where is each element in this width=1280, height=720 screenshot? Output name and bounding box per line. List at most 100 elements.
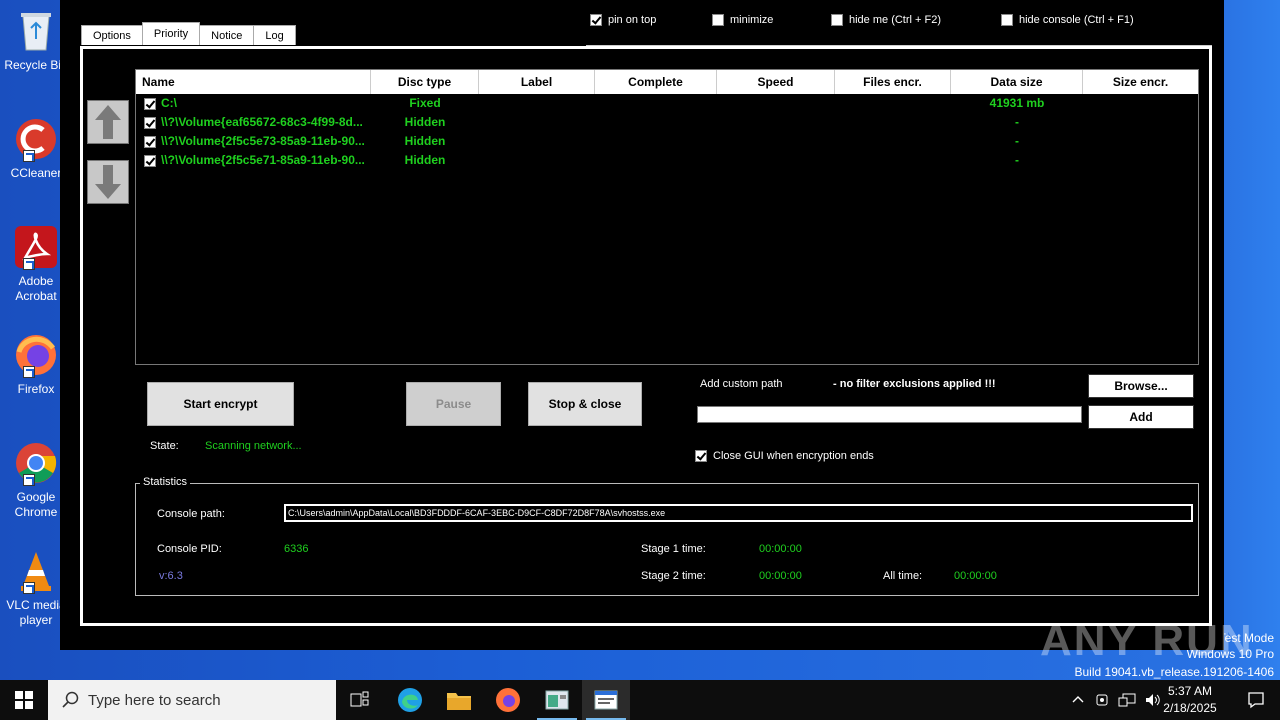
statistics-legend: Statistics: [140, 476, 191, 488]
clock-date: 2/18/2025: [1163, 701, 1217, 715]
checkbox-unchecked-icon: [1001, 14, 1013, 26]
shortcut-arrow-icon: [23, 582, 35, 594]
tab-strip: Options Priority Notice Log: [81, 22, 296, 45]
table-row[interactable]: \\?\Volume{eaf65672-68c3-4f99-8d... Hidd…: [136, 113, 1198, 132]
hide-console-checkbox[interactable]: hide console (Ctrl + F1): [1001, 14, 1134, 26]
task-view-button[interactable]: [336, 680, 384, 720]
drive-name: \\?\Volume{2f5c5e71-85a9-11eb-90...: [161, 153, 365, 167]
pin-on-top-checkbox[interactable]: pin on top: [590, 14, 656, 26]
tab-options[interactable]: Options: [81, 25, 143, 45]
disc-type-cell: Hidden: [404, 153, 446, 167]
taskbar-app-1[interactable]: [533, 680, 581, 720]
search-icon: [62, 691, 79, 708]
stage2-label: Stage 2 time:: [641, 570, 706, 582]
label-cell: [479, 94, 595, 113]
move-down-button[interactable]: [87, 160, 129, 204]
custom-path-input[interactable]: [697, 406, 1082, 423]
edge-icon: [398, 688, 422, 712]
add-custom-path-label: Add custom path: [700, 378, 783, 390]
tab-notice[interactable]: Notice: [199, 25, 255, 45]
start-encrypt-button[interactable]: Start encrypt: [147, 382, 294, 426]
files-encr-cell: [835, 132, 951, 151]
column-header-label[interactable]: Label: [479, 70, 595, 94]
row-checkbox[interactable]: [144, 97, 156, 110]
checkbox-unchecked-icon: [831, 14, 843, 26]
console-path-label: Console path:: [157, 508, 225, 520]
complete-cell: [595, 151, 717, 170]
anyrun-watermark: ANY RUN: [1040, 616, 1254, 665]
minimize-label: minimize: [730, 14, 774, 26]
add-button[interactable]: Add: [1088, 405, 1194, 429]
shortcut-arrow-icon: [23, 150, 35, 162]
devices-icon[interactable]: [1094, 692, 1110, 708]
browse-button[interactable]: Browse...: [1088, 374, 1194, 398]
row-checkbox[interactable]: [144, 116, 156, 129]
chevron-up-icon[interactable]: [1070, 692, 1086, 708]
pin-on-top-label: pin on top: [608, 14, 657, 26]
column-header-size-encr[interactable]: Size encr.: [1083, 70, 1198, 94]
notification-center-button[interactable]: [1232, 680, 1280, 720]
column-header-data-size[interactable]: Data size: [951, 70, 1083, 94]
complete-cell: [595, 113, 717, 132]
stop-close-button[interactable]: Stop & close: [528, 382, 642, 426]
files-encr-cell: [835, 94, 951, 113]
acrobat-icon: [13, 224, 59, 270]
column-header-disc-type[interactable]: Disc type: [371, 70, 479, 94]
taskbar-file-explorer[interactable]: [435, 680, 483, 720]
column-header-speed[interactable]: Speed: [717, 70, 835, 94]
label-cell: [479, 113, 595, 132]
row-name-cell: \\?\Volume{2f5c5e71-85a9-11eb-90...: [136, 151, 371, 170]
state-value: Scanning network...: [205, 440, 302, 452]
search-placeholder: Type here to search: [88, 691, 221, 709]
table-row[interactable]: \\?\Volume{2f5c5e71-85a9-11eb-90... Hidd…: [136, 151, 1198, 170]
hide-me-label: hide me (Ctrl + F2): [849, 14, 941, 26]
console-path-field[interactable]: C:\Users\admin\AppData\Local\BD3FDDDF-6C…: [284, 504, 1193, 522]
clock-time: 5:37 AM: [1167, 684, 1213, 698]
chrome-icon: [13, 440, 59, 486]
stage1-label: Stage 1 time:: [641, 543, 706, 555]
minimize-checkbox[interactable]: minimize: [712, 14, 773, 26]
close-gui-label: Close GUI when encryption ends: [713, 450, 874, 462]
tab-priority[interactable]: Priority: [141, 22, 201, 45]
notification-icon: [1248, 692, 1264, 709]
close-gui-checkbox[interactable]: Close GUI when encryption ends: [695, 450, 874, 462]
stage1-value: 00:00:00: [759, 543, 802, 555]
console-pid-value: 6336: [284, 543, 309, 555]
files-encr-cell: [835, 113, 951, 132]
hide-me-checkbox[interactable]: hide me (Ctrl + F2): [831, 14, 941, 26]
column-header-name[interactable]: Name: [136, 70, 371, 94]
taskbar-clock[interactable]: 5:37 AM 2/18/2025: [1160, 683, 1220, 717]
drive-name: \\?\Volume{2f5c5e73-85a9-11eb-90...: [161, 134, 365, 148]
table-header: Name Disc type Label Complete Speed File…: [136, 70, 1198, 94]
disc-type-cell: Hidden: [404, 115, 446, 129]
speed-cell: [717, 132, 835, 151]
taskbar-firefox[interactable]: [484, 680, 532, 720]
checkbox-checked-icon: [590, 14, 602, 26]
speed-cell: [717, 113, 835, 132]
speed-cell: [717, 151, 835, 170]
row-checkbox[interactable]: [144, 135, 156, 148]
taskbar-search-box[interactable]: Type here to search: [48, 680, 336, 720]
tab-log[interactable]: Log: [253, 25, 296, 45]
speed-cell: [717, 94, 835, 113]
column-header-complete[interactable]: Complete: [595, 70, 717, 94]
drive-name: \\?\Volume{eaf65672-68c3-4f99-8d...: [161, 115, 363, 129]
folder-icon: [447, 693, 471, 710]
hide-console-label: hide console (Ctrl + F1): [1019, 14, 1134, 26]
taskbar-edge[interactable]: [386, 680, 434, 720]
network-icon[interactable]: [1118, 692, 1136, 708]
taskbar-app-2[interactable]: [582, 680, 630, 720]
no-filter-warning: - no filter exclusions applied !!!: [833, 378, 996, 390]
state-label: State:: [150, 440, 179, 452]
column-header-files-encr[interactable]: Files encr.: [835, 70, 951, 94]
pause-button[interactable]: Pause: [406, 382, 501, 426]
row-checkbox[interactable]: [144, 154, 156, 167]
move-up-button[interactable]: [87, 100, 129, 144]
table-row[interactable]: C:\ Fixed 41931 mb: [136, 94, 1198, 113]
version-text: v:6.3: [159, 570, 183, 582]
size-encr-cell: [1083, 151, 1198, 170]
table-row[interactable]: \\?\Volume{2f5c5e73-85a9-11eb-90... Hidd…: [136, 132, 1198, 151]
files-encr-cell: [835, 151, 951, 170]
checkbox-checked-icon: [695, 450, 707, 462]
start-button[interactable]: [0, 680, 48, 720]
